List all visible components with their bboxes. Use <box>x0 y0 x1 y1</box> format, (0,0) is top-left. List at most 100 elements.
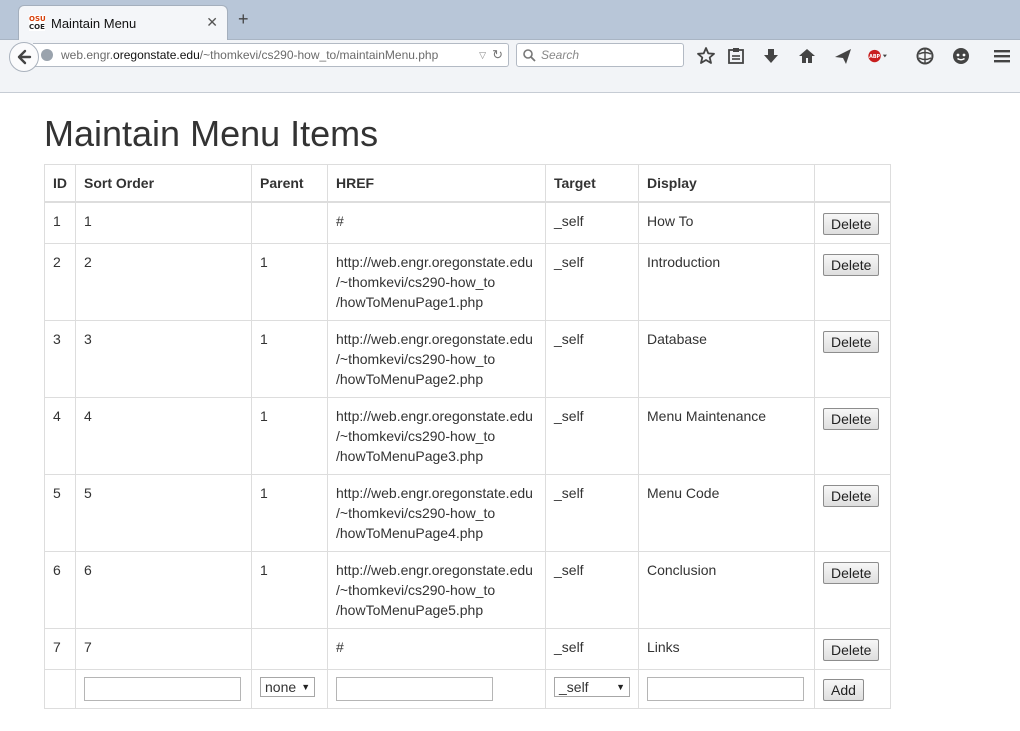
close-tab-icon[interactable]: ✕ <box>206 14 218 31</box>
delete-button[interactable]: Delete <box>823 254 880 276</box>
delete-button[interactable]: Delete <box>823 331 880 353</box>
href-line: # <box>336 639 344 655</box>
href-line: /~thomkevi/cs290-how_to <box>336 274 496 290</box>
href-line: /howToMenuPage1.php <box>336 294 484 310</box>
href-line: http://web.engr.oregonstate.edu <box>336 331 533 347</box>
search-icon <box>523 49 536 62</box>
cell-href: http://web.engr.oregonstate.edu /~thomkev… <box>327 397 546 475</box>
parent-select-value: none <box>265 679 297 695</box>
back-arrow-icon <box>17 49 32 65</box>
target-select-value: _self <box>559 679 589 695</box>
url-text[interactable]: web.engr.oregonstate.edu/~thomkevi/cs290… <box>61 48 438 62</box>
href-line: http://web.engr.oregonstate.edu <box>336 408 533 424</box>
home-icon[interactable] <box>796 45 818 67</box>
favicon-text-bottom: COE <box>29 23 45 31</box>
href-line: /howToMenuPage5.php <box>336 602 484 618</box>
download-icon[interactable] <box>760 45 782 67</box>
href-line: http://web.engr.oregonstate.edu <box>336 485 533 501</box>
new-tab-icon[interactable]: + <box>238 10 249 28</box>
navigation-toolbar: web.engr.oregonstate.edu/~thomkevi/cs290… <box>0 40 1020 93</box>
back-button[interactable] <box>9 42 39 72</box>
display-input[interactable] <box>647 677 804 701</box>
star-icon[interactable] <box>695 45 717 67</box>
cell-display: Menu Code <box>638 474 815 552</box>
href-line: /~thomkevi/cs290-how_to <box>336 428 496 444</box>
table-row: 1 1 # _self How To Delete <box>44 201 891 244</box>
search-input[interactable]: Search <box>516 43 684 67</box>
chevron-down-icon: ▼ <box>301 682 311 692</box>
cell-parent: 1 <box>251 320 328 398</box>
reload-icon[interactable]: ↻ <box>492 47 503 63</box>
cell-parent: 1 <box>251 397 328 475</box>
cell-parent: 1 <box>251 474 328 552</box>
cell-sort-order: 7 <box>75 628 252 670</box>
cell-target: _self <box>545 397 639 475</box>
favicon-text-top: OSU <box>29 15 46 23</box>
add-parent-cell: none ▼ <box>251 669 328 709</box>
table-row: 6 6 1 http://web.engr.oregonstate.edu/~thom… <box>44 551 891 629</box>
url-history-dropdown-icon[interactable]: ▽ <box>479 50 486 61</box>
menu-items-table: ID Sort Order Parent HREF Target Display… <box>44 164 891 709</box>
cell-display: Conclusion <box>638 551 815 629</box>
chevron-down-icon: ▼ <box>616 682 625 692</box>
delete-button[interactable]: Delete <box>823 562 880 584</box>
chat-icon[interactable] <box>950 45 972 67</box>
href-input[interactable] <box>336 677 493 701</box>
add-target-cell: _self ▼ <box>545 669 639 709</box>
adblock-icon[interactable]: ABP <box>867 45 889 67</box>
cell-parent: 1 <box>251 243 328 321</box>
tab-maintain-menu[interactable]: OSU COE Maintain Menu ✕ <box>18 5 228 40</box>
cell-parent <box>251 628 328 670</box>
search-placeholder: Search <box>541 48 580 62</box>
href-line: /howToMenuPage2.php <box>336 371 484 387</box>
cell-display: How To <box>638 201 815 244</box>
address-bar[interactable]: web.engr.oregonstate.edu/~thomkevi/cs290… <box>33 43 509 67</box>
delete-button[interactable]: Delete <box>823 485 880 507</box>
cell-action: Delete <box>814 320 891 398</box>
reading-list-icon[interactable] <box>725 45 747 67</box>
column-header-parent: Parent <box>251 164 328 203</box>
url-domain: oregonstate.edu <box>113 48 200 62</box>
cell-href: # <box>327 628 546 670</box>
cell-target: _self <box>545 201 639 244</box>
delete-button[interactable]: Delete <box>823 213 880 235</box>
add-button[interactable]: Add <box>823 679 864 701</box>
cell-action: Delete <box>814 628 891 670</box>
cell-display: Database <box>638 320 815 398</box>
target-select[interactable]: _self ▼ <box>554 677 630 697</box>
column-header-target: Target <box>545 164 639 203</box>
cell-action: Delete <box>814 243 891 321</box>
href-line: /~thomkevi/cs290-how_to <box>336 582 496 598</box>
href-line: /howToMenuPage4.php <box>336 525 484 541</box>
cell-href: http://web.engr.oregonstate.edu /~thomkev… <box>327 320 546 398</box>
column-header-display: Display <box>638 164 815 203</box>
menu-icon[interactable] <box>991 45 1013 67</box>
href-line: http://web.engr.oregonstate.edu <box>336 254 533 270</box>
addon-icon[interactable] <box>914 45 936 67</box>
cell-sort-order: 5 <box>75 474 252 552</box>
column-header-href: HREF <box>327 164 546 203</box>
parent-select[interactable]: none ▼ <box>260 677 316 697</box>
cell-display: Introduction <box>638 243 815 321</box>
cell-sort-order: 4 <box>75 397 252 475</box>
cell-href: http://web.engr.oregonstate.edu /~thomkev… <box>327 474 546 552</box>
cell-sort-order: 6 <box>75 551 252 629</box>
cell-target: _self <box>545 474 639 552</box>
href-line: /~thomkevi/cs290-how_to <box>336 351 496 367</box>
cell-parent <box>251 201 328 244</box>
table-row: 3 3 1 http://web.engr.oregonstate.edu/~thom… <box>44 320 891 398</box>
cell-display: Links <box>638 628 815 670</box>
delete-button[interactable]: Delete <box>823 408 880 430</box>
tab-title: Maintain Menu <box>51 16 137 31</box>
cell-id: 4 <box>44 397 76 475</box>
table-row: 5 5 1 http://web.engr.oregonstate.edu/~thom… <box>44 474 891 552</box>
cell-id: 5 <box>44 474 76 552</box>
column-header-sort-order: Sort Order <box>75 164 252 203</box>
send-icon[interactable] <box>832 45 854 67</box>
cell-sort-order: 2 <box>75 243 252 321</box>
delete-button[interactable]: Delete <box>823 639 880 661</box>
add-href-cell <box>327 669 546 709</box>
cell-href: http://web.engr.oregonstate.edu /~thomkev… <box>327 243 546 321</box>
sort-order-input[interactable] <box>84 677 241 701</box>
cell-target: _self <box>545 243 639 321</box>
